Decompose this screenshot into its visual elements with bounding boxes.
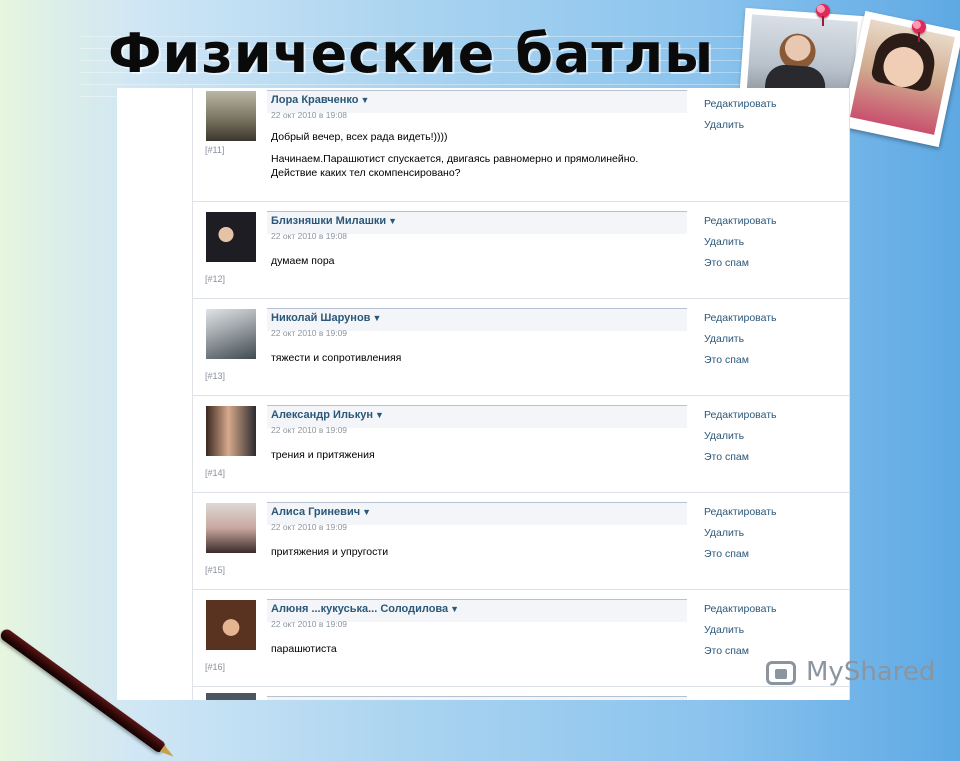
post-header xyxy=(267,696,687,700)
author-link[interactable]: Близняшки Милашки ▼ xyxy=(271,215,397,227)
delete-link[interactable]: Удалить xyxy=(704,620,777,641)
post-number: [#16] xyxy=(205,662,226,672)
post-number: [#14] xyxy=(205,468,226,478)
post-actions: Редактировать Удалить Это спам xyxy=(704,211,777,274)
post-feed: [#11] Лора Кравченко ▼ 22 окт 2010 в 19:0… xyxy=(192,88,850,700)
delete-link[interactable]: Удалить xyxy=(704,426,777,447)
post-header: Александр Илькун ▼ 22 окт 2010 в 19:09 xyxy=(267,405,687,435)
author-link[interactable]: Николай Шарунов ▼ xyxy=(271,312,381,324)
post-message: парашютиста xyxy=(271,643,337,655)
post-header: Лора Кравченко ▼ 22 окт 2010 в 19:08 xyxy=(267,90,687,120)
forum-post xyxy=(193,687,849,700)
caret-down-icon[interactable]: ▼ xyxy=(362,507,371,517)
push-pin-icon xyxy=(816,4,830,26)
post-number: [#11] xyxy=(205,145,225,155)
push-pin-icon xyxy=(912,20,926,42)
delete-link[interactable]: Удалить xyxy=(704,523,777,544)
forum-post: [#16] Алюня ...кукуська... Солодилова ▼ 2… xyxy=(193,590,849,687)
spam-link[interactable]: Это спам xyxy=(704,447,777,468)
delete-link[interactable]: Удалить xyxy=(704,115,777,136)
post-number: [#15] xyxy=(205,565,226,575)
avatar[interactable] xyxy=(206,212,256,262)
caret-down-icon[interactable]: ▼ xyxy=(388,216,397,226)
post-message: Добрый вечер, всех рада видеть!)))) Начи… xyxy=(271,131,639,179)
caret-down-icon[interactable]: ▼ xyxy=(372,313,381,323)
post-message: думаем пора xyxy=(271,255,335,267)
post-actions: Редактировать Удалить Это спам xyxy=(704,308,777,371)
avatar[interactable] xyxy=(206,309,256,359)
forum-post: [#14] Александр Илькун ▼ 22 окт 2010 в 19… xyxy=(193,396,849,493)
spam-link[interactable]: Это спам xyxy=(704,350,777,371)
forum-post: [#12] Близняшки Милашки ▼ 22 окт 2010 в 1… xyxy=(193,202,849,299)
post-header: Алюня ...кукуська... Солодилова ▼ 22 окт … xyxy=(267,599,687,629)
edit-link[interactable]: Редактировать xyxy=(704,599,777,620)
post-message: притяжения и упругости xyxy=(271,546,389,558)
post-header: Алиса Гриневич ▼ 22 окт 2010 в 19:09 xyxy=(267,502,687,532)
post-date: 22 окт 2010 в 19:09 xyxy=(271,522,348,532)
post-actions: Редактировать Удалить Это спам xyxy=(704,599,777,662)
post-actions: Редактировать Удалить Это спам xyxy=(704,405,777,468)
avatar[interactable] xyxy=(206,503,256,553)
forum-post: [#11] Лора Кравченко ▼ 22 окт 2010 в 19:0… xyxy=(193,88,849,202)
delete-link[interactable]: Удалить xyxy=(704,232,777,253)
post-actions: Редактировать Удалить xyxy=(704,94,777,136)
edit-link[interactable]: Редактировать xyxy=(704,211,777,232)
caret-down-icon[interactable]: ▼ xyxy=(375,410,384,420)
post-message: тяжести и сопротивленияя xyxy=(271,352,402,364)
spam-link[interactable]: Это спам xyxy=(704,641,777,662)
spam-link[interactable]: Это спам xyxy=(704,544,777,565)
forum-post: [#15] Алиса Гриневич ▼ 22 окт 2010 в 19:0… xyxy=(193,493,849,590)
post-date: 22 окт 2010 в 19:08 xyxy=(271,110,348,120)
edit-link[interactable]: Редактировать xyxy=(704,308,777,329)
avatar[interactable] xyxy=(206,91,256,141)
avatar[interactable] xyxy=(206,693,256,700)
edit-link[interactable]: Редактировать xyxy=(704,405,777,426)
caret-down-icon[interactable]: ▼ xyxy=(450,604,459,614)
slide-title: Физические батлы xyxy=(108,22,715,85)
post-number: [#13] xyxy=(205,371,226,381)
author-link[interactable]: Лора Кравченко ▼ xyxy=(271,94,369,106)
delete-link[interactable]: Удалить xyxy=(704,329,777,350)
forum-screenshot: [#11] Лора Кравченко ▼ 22 окт 2010 в 19:0… xyxy=(117,88,850,700)
edit-link[interactable]: Редактировать xyxy=(704,94,777,115)
author-link[interactable]: Александр Илькун ▼ xyxy=(271,409,384,421)
author-link[interactable]: Алюня ...кукуська... Солодилова ▼ xyxy=(271,603,459,615)
spam-link[interactable]: Это спам xyxy=(704,253,777,274)
caret-down-icon[interactable]: ▼ xyxy=(360,95,369,105)
post-date: 22 окт 2010 в 19:09 xyxy=(271,619,348,629)
post-date: 22 окт 2010 в 19:08 xyxy=(271,231,348,241)
post-message: трения и притяжения xyxy=(271,449,375,461)
avatar[interactable] xyxy=(206,406,256,456)
post-actions: Редактировать Удалить Это спам xyxy=(704,502,777,565)
author-link[interactable]: Алиса Гриневич ▼ xyxy=(271,506,371,518)
post-header: Николай Шарунов ▼ 22 окт 2010 в 19:09 xyxy=(267,308,687,338)
edit-link[interactable]: Редактировать xyxy=(704,502,777,523)
avatar[interactable] xyxy=(206,600,256,650)
myshared-logo-icon xyxy=(766,661,796,685)
post-header: Близняшки Милашки ▼ 22 окт 2010 в 19:08 xyxy=(267,211,687,241)
post-date: 22 окт 2010 в 19:09 xyxy=(271,328,348,338)
post-number: [#12] xyxy=(205,274,226,284)
post-date: 22 окт 2010 в 19:09 xyxy=(271,425,348,435)
forum-post: [#13] Николай Шарунов ▼ 22 окт 2010 в 19:… xyxy=(193,299,849,396)
